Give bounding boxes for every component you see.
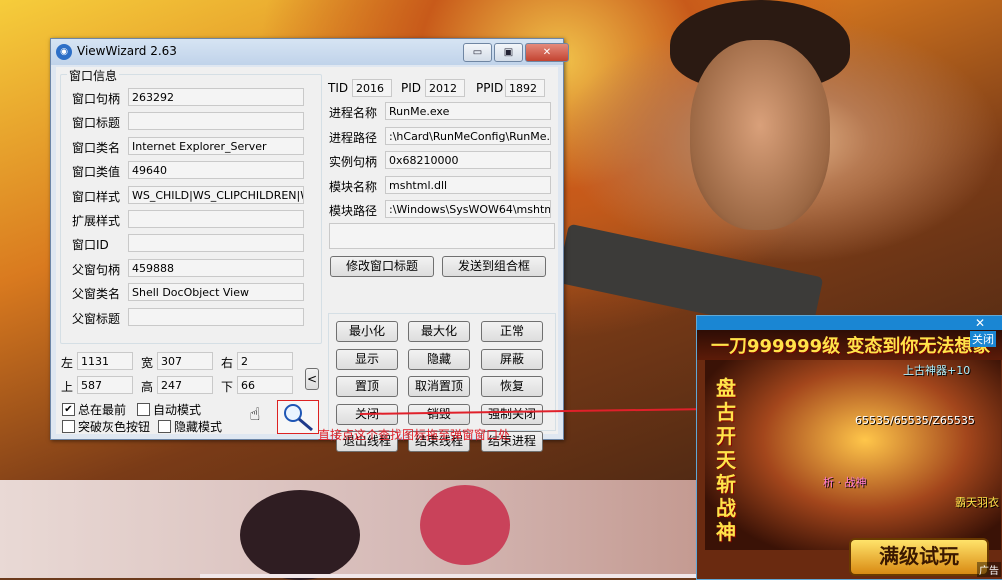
popup-close-button[interactable]: ✕ [975,316,985,330]
popup-stat-2: 65535/65535/Z65535 [855,414,975,427]
popup-stat-4: 霸天羽衣 [955,496,999,509]
popup-close-hint[interactable]: 关闭 [970,331,996,347]
popup-stat-1: 上古神器+10 [903,364,971,377]
popup-game-art[interactable] [705,360,1001,550]
popup-headline[interactable]: 一刀999999级 变态到你无法想象 [711,332,990,358]
popup-ad-tag: 广告 [977,562,1001,577]
popup-vertical-slogan: 盘古开天斩战神 [716,376,736,544]
popup-ad-window[interactable]: ✕ 一刀999999级 变态到你无法想象 盘古开天斩战神 上古神器+10 655… [696,315,1002,580]
popup-title-bar[interactable] [697,316,1002,330]
popup-stat-3: 析 · 战神 [823,476,867,489]
popup-trial-button[interactable]: 满级试玩 [849,538,989,576]
